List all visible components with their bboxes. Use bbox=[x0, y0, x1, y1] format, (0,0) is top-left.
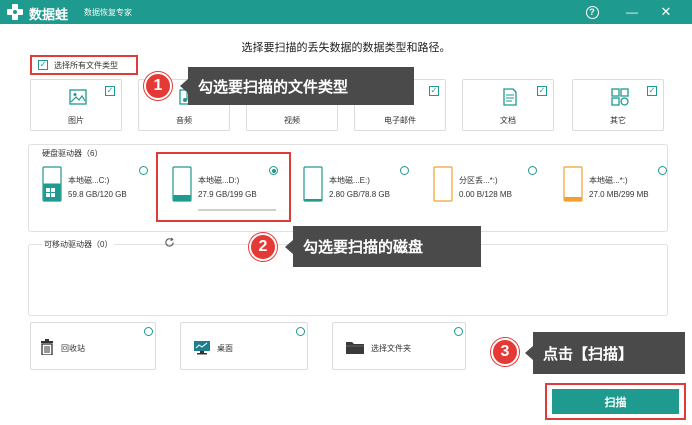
disk-name: 本地磁...E:) bbox=[329, 176, 370, 185]
disk-other-radio[interactable] bbox=[658, 166, 667, 175]
checkbox-icon: ✓ bbox=[38, 60, 48, 70]
recycle-bin-icon bbox=[41, 339, 53, 355]
refresh-icon[interactable] bbox=[164, 237, 175, 248]
checkbox-icon: ✓ bbox=[537, 86, 547, 96]
location-select-folder[interactable]: 选择文件夹 bbox=[332, 322, 466, 370]
other-icon bbox=[611, 88, 629, 106]
tip-step-3: 点击【扫描】 bbox=[525, 332, 685, 374]
location-recycle-bin[interactable]: 回收站 bbox=[30, 322, 156, 370]
image-icon bbox=[69, 89, 87, 105]
desktop-icon bbox=[194, 341, 210, 355]
app-subtitle: 数据恢复专家 bbox=[84, 8, 132, 17]
title-bar: 数据蛙 数据恢复专家 ? — ✕ bbox=[0, 0, 692, 24]
disk-lost-radio[interactable] bbox=[528, 166, 537, 175]
help-button[interactable]: ? bbox=[583, 3, 601, 21]
step-badge-2: 2 bbox=[249, 233, 277, 261]
disk-name: 本地磁...*:) bbox=[589, 176, 628, 185]
file-type-label: 其它 bbox=[610, 116, 626, 125]
system-disk-icon bbox=[42, 166, 62, 202]
recycle-bin-radio[interactable] bbox=[144, 327, 153, 336]
disk-c-radio[interactable] bbox=[139, 166, 148, 175]
app-name: 数据蛙 bbox=[29, 7, 69, 22]
disk-e-radio[interactable] bbox=[400, 166, 409, 175]
checkbox-icon: ✓ bbox=[429, 86, 439, 96]
scan-button[interactable]: 扫描 bbox=[552, 389, 679, 414]
disk-icon bbox=[303, 166, 323, 202]
location-desktop[interactable]: 桌面 bbox=[180, 322, 308, 370]
disk-size: 59.8 GB/120 GB bbox=[68, 190, 127, 199]
disk-name: 分区丢...*:) bbox=[459, 176, 498, 185]
file-type-other[interactable]: ✓ 其它 bbox=[572, 79, 664, 131]
partition-disk-icon bbox=[433, 166, 453, 202]
file-type-label: 图片 bbox=[68, 116, 84, 125]
location-label: 选择文件夹 bbox=[371, 344, 411, 353]
step-badge-3: 3 bbox=[491, 338, 519, 366]
file-type-label: 音频 bbox=[176, 116, 192, 125]
close-button[interactable]: ✕ bbox=[657, 3, 675, 21]
select-folder-radio[interactable] bbox=[454, 327, 463, 336]
document-icon bbox=[503, 88, 517, 106]
file-type-document[interactable]: ✓ 文档 bbox=[462, 79, 554, 131]
page-title: 选择要扫描的丢失数据的数据类型和路径。 bbox=[241, 42, 451, 54]
partition-disk-icon bbox=[563, 166, 583, 202]
file-type-label: 文档 bbox=[500, 116, 516, 125]
location-label: 回收站 bbox=[61, 344, 85, 353]
app-logo-icon bbox=[7, 4, 23, 20]
select-all-checkbox[interactable]: ✓ 选择所有文件类型 bbox=[30, 55, 138, 75]
file-type-label: 电子邮件 bbox=[384, 116, 416, 125]
file-type-label: 视频 bbox=[284, 116, 300, 125]
help-icon: ? bbox=[585, 5, 599, 19]
step-badge-1: 1 bbox=[144, 72, 172, 100]
hard-drive-title: 硬盘驱动器（6） bbox=[42, 149, 103, 158]
folder-icon bbox=[346, 342, 364, 354]
checkbox-icon: ✓ bbox=[105, 86, 115, 96]
checkbox-icon: ✓ bbox=[647, 86, 657, 96]
location-label: 桌面 bbox=[217, 344, 233, 353]
removable-drive-title: 可移动驱动器（0） bbox=[42, 239, 115, 250]
desktop-radio[interactable] bbox=[296, 327, 305, 336]
scan-button-highlight: 扫描 bbox=[545, 383, 686, 420]
minimize-button[interactable]: — bbox=[623, 3, 641, 21]
disk-size: 2.80 GB/78.8 GB bbox=[329, 190, 390, 199]
file-type-image[interactable]: ✓ 图片 bbox=[30, 79, 122, 131]
disk-size: 0.00 B/128 MB bbox=[459, 190, 512, 199]
disk-size: 27.0 MB/299 MB bbox=[589, 190, 649, 199]
disk-name: 本地磁...C:) bbox=[68, 176, 110, 185]
selected-disk-highlight bbox=[156, 152, 291, 222]
select-all-label: 选择所有文件类型 bbox=[54, 60, 118, 70]
tip-step-2: 勾选要扫描的磁盘 bbox=[285, 226, 481, 267]
tip-step-1: 勾选要扫描的文件类型 bbox=[180, 67, 414, 105]
